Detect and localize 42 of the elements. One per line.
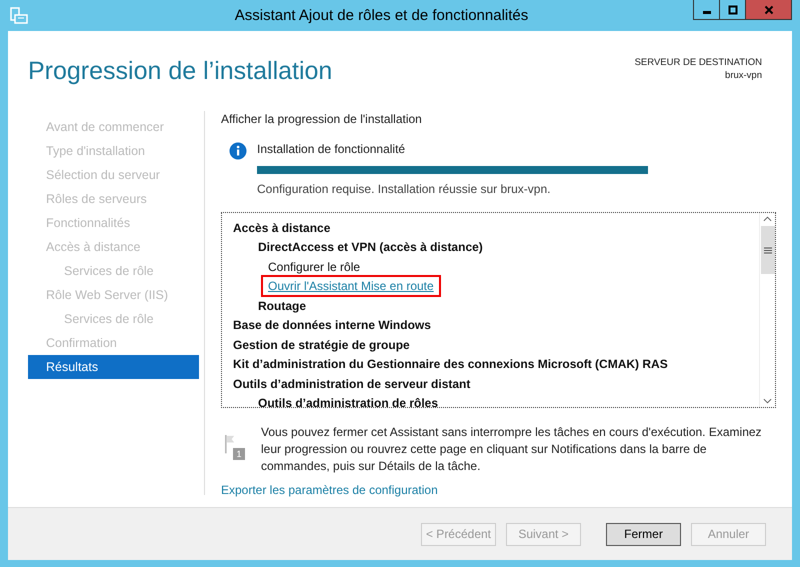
result-item: Routage [258,298,306,313]
status-message: Configuration requise. Installation réussie sur brux-vpn. [257,182,552,196]
sidebar-item[interactable]: Services de rôle [28,259,199,283]
minimize-icon [702,10,710,14]
result-item: Accès à distance [233,220,330,235]
sidebar-item[interactable]: Rôle Web Server (IIS) [28,283,199,307]
result-item: Base de données interne Windows [233,318,431,332]
result-item: Outils d’administration de serveur distant [233,376,470,391]
sidebar-item[interactable]: Type d'installation [28,139,199,163]
dialog-button[interactable]: Fermer [606,522,681,546]
scroll-up-icon[interactable] [763,216,772,222]
result-item: Kit d’administration du Gestionnaire des connexions Microsoft (CMAK) RAS [233,357,668,372]
sidebar-item[interactable]: Rôles de serveurs [28,187,199,211]
result-item: Gestion de stratégie de groupe [233,338,410,352]
sidebar-item[interactable]: Services de rôle [28,307,199,331]
server-manager-icon [9,6,29,26]
sidebar-item[interactable]: Confirmation [28,331,199,355]
close-icon [764,4,774,14]
scroll-down-icon[interactable] [763,398,772,404]
close-button[interactable] [745,0,792,20]
sidebar-item[interactable]: Avant de commencer [28,115,199,139]
sidebar-item[interactable]: Sélection du serveur [28,163,199,187]
notice-text: Vous pouvez fermer cet Assistant sans interrompre les tâches en cours d'exécution. Examinez leur progression ou rouvrez cette page en cliquant sur Notifications dans la barre de commandes, puis sur Détails de la tâche. [261,424,763,475]
result-item: Outils d’administration de rôles [258,396,438,407]
page-title: Progression de l’installation [28,57,332,87]
link[interactable]: Ouvrir l'Assistant Mise en route [261,275,441,298]
info-icon [229,142,247,160]
status-title: Installation de fonctionnalité [257,142,406,156]
sidebar-item[interactable]: Accès à distance [28,235,199,259]
sidebar-item[interactable]: Fonctionnalités [28,211,199,235]
maximize-icon [728,4,738,14]
destination-server: brux-vpn [725,70,762,81]
scrollbar[interactable] [759,213,775,407]
grip-icon [764,246,772,254]
section-heading: Afficher la progression de l'installation [221,112,423,126]
window-title: Assistant Ajout de rôles et de fonctionnalités [234,7,530,24]
destination-label: SERVEUR DE DESTINATION [634,57,762,68]
sidebar-item[interactable]: Résultats [28,355,199,379]
result-item: Configurer le rôle [268,260,360,274]
minimize-button[interactable] [693,0,720,20]
export-link[interactable]: Exporter les paramètres de configuration [221,483,438,497]
result-item: DirectAccess et VPN (accès à distance) [258,240,483,254]
